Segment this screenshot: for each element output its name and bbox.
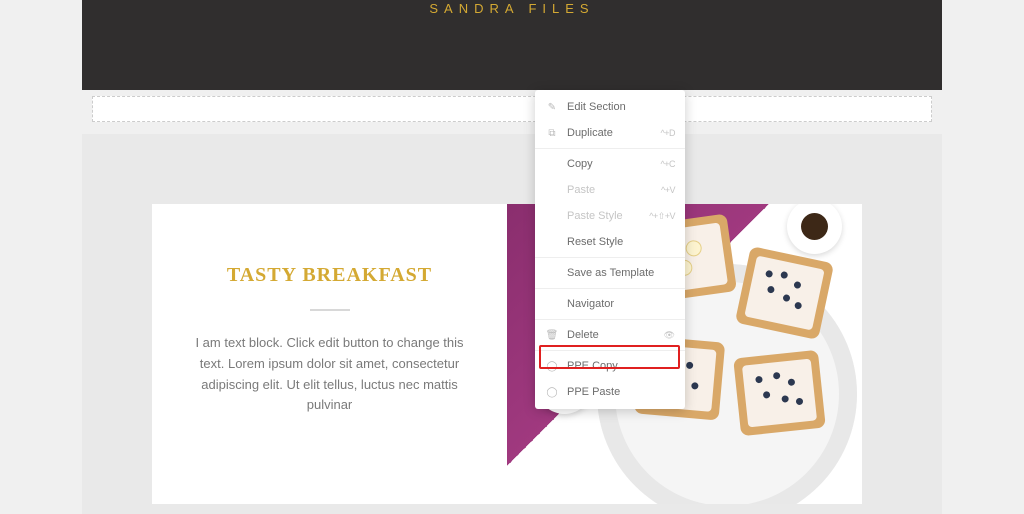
pencil-icon: ✎ <box>545 100 559 114</box>
copy-icon: ⧉ <box>545 126 559 140</box>
menu-label: PPE Paste <box>567 386 675 398</box>
menu-label: Duplicate <box>567 127 661 139</box>
content-section: TASTY BREAKFAST I am text block. Click e… <box>82 134 942 514</box>
blank-icon <box>545 183 559 197</box>
card-body-text: I am text block. Click edit button to ch… <box>187 333 472 416</box>
menu-separator <box>535 148 685 149</box>
clock-icon: ◯ <box>545 385 559 399</box>
menu-save-template[interactable]: Save as Template <box>535 260 685 286</box>
text-card[interactable]: TASTY BREAKFAST I am text block. Click e… <box>152 204 507 504</box>
menu-ppe-paste[interactable]: ◯ PPE Paste <box>535 379 685 405</box>
blank-icon <box>545 266 559 280</box>
eye-icon: 👁 <box>664 330 675 341</box>
menu-separator <box>535 319 685 320</box>
menu-paste-style: Paste Style ^+⇧+V <box>535 203 685 229</box>
menu-label: Paste <box>567 184 661 196</box>
menu-shortcut: ^+⇧+V <box>649 211 675 222</box>
menu-paste: Paste ^+V <box>535 177 685 203</box>
toast-icon <box>733 350 826 436</box>
menu-shortcut: ^+V <box>661 185 675 195</box>
menu-label: Save as Template <box>567 267 675 279</box>
menu-navigator[interactable]: Navigator <box>535 291 685 317</box>
menu-reset-style[interactable]: Reset Style <box>535 229 685 255</box>
menu-label: PPE Copy <box>567 360 675 372</box>
blank-icon <box>545 209 559 223</box>
blank-icon <box>545 157 559 171</box>
menu-copy[interactable]: Copy ^+C <box>535 151 685 177</box>
card-heading: TASTY BREAKFAST <box>187 264 472 287</box>
menu-shortcut: ^+C <box>661 159 675 169</box>
clock-icon: ◯ <box>545 359 559 373</box>
menu-label: Delete <box>567 329 664 341</box>
site-header: SANDRA FILES <box>82 0 942 90</box>
blank-icon <box>545 297 559 311</box>
trash-icon: 🗑 <box>545 328 559 342</box>
menu-delete[interactable]: 🗑 Delete 👁 <box>535 322 685 348</box>
menu-duplicate[interactable]: ⧉ Duplicate ^+D <box>535 120 685 146</box>
blank-icon <box>545 235 559 249</box>
site-title: SANDRA FILES <box>429 1 594 16</box>
menu-shortcut: ^+D <box>661 128 675 138</box>
menu-separator <box>535 350 685 351</box>
menu-label: Reset Style <box>567 236 675 248</box>
menu-label: Navigator <box>567 298 675 310</box>
menu-label: Paste Style <box>567 210 649 222</box>
heading-divider <box>310 309 350 311</box>
menu-label: Copy <box>567 158 661 170</box>
add-section-placeholder[interactable] <box>92 96 932 122</box>
menu-label: Edit Section <box>567 101 675 113</box>
menu-separator <box>535 288 685 289</box>
coffee-cup-icon <box>787 204 842 254</box>
menu-separator <box>535 257 685 258</box>
menu-ppe-copy[interactable]: ◯ PPE Copy <box>535 353 685 379</box>
context-menu: ✎ Edit Section ⧉ Duplicate ^+D Copy ^+C … <box>535 90 685 409</box>
menu-edit-section[interactable]: ✎ Edit Section <box>535 94 685 120</box>
